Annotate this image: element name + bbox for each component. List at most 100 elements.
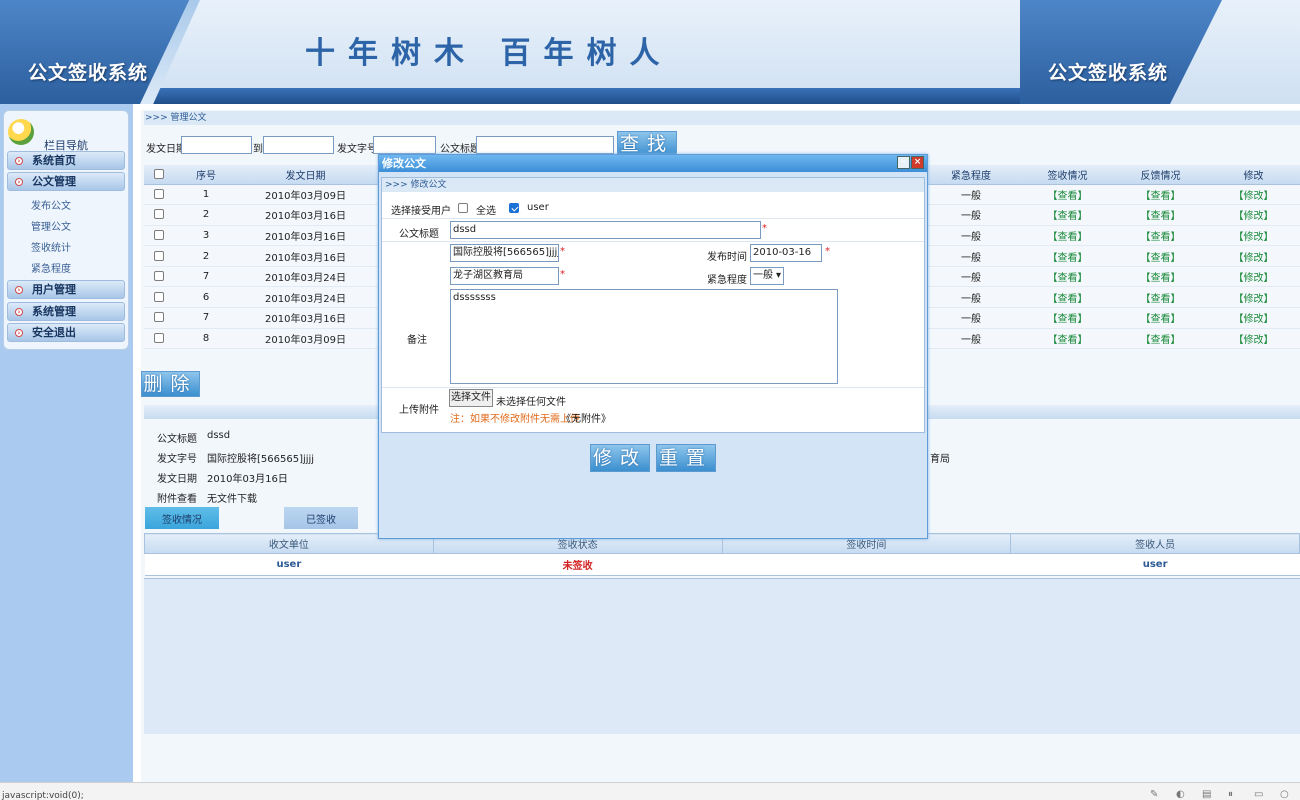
view-sign-link[interactable]: 【查看】 xyxy=(1021,245,1114,267)
user-checkbox[interactable] xyxy=(509,203,519,213)
view-sign-link[interactable]: 【查看】 xyxy=(1021,204,1114,226)
edit-link[interactable]: 【修改】 xyxy=(1207,225,1300,247)
doc-number-input[interactable]: 国际控股将[566565]jjjj xyxy=(450,244,559,262)
modal-title[interactable]: 修改公文 – × xyxy=(379,155,927,172)
tab-signed[interactable]: 已签收 xyxy=(284,507,358,529)
edit-link[interactable]: 【修改】 xyxy=(1207,328,1300,350)
reset-button[interactable]: 重置 xyxy=(656,444,716,472)
view-sign-link[interactable]: 【查看】 xyxy=(1021,225,1114,247)
row-divider xyxy=(382,218,924,219)
sidebar-item-label: 用户管理 xyxy=(32,283,76,296)
sidebar-item-logout[interactable]: › 安全退出 xyxy=(7,323,125,342)
remark-textarea[interactable]: dsssssss xyxy=(450,289,838,384)
row-divider xyxy=(382,241,924,242)
urgency-label: 紧急程度 xyxy=(707,275,747,286)
search-to-label: 到 xyxy=(253,144,263,155)
urgency-select[interactable]: 一般 ▾ xyxy=(750,267,784,285)
edit-link[interactable]: 【修改】 xyxy=(1207,307,1300,329)
receipt-table: 收文单位 签收状态 签收时间 签收人员 user 未签收 user xyxy=(144,533,1300,576)
delete-button[interactable]: 删除 xyxy=(141,371,200,397)
search-date-to-input[interactable] xyxy=(263,136,334,154)
header-banner: 公文签收系统 十年树木 百年树人 公文签收系统 xyxy=(0,0,1300,104)
pause-icon[interactable]: ⏸ xyxy=(1228,789,1233,800)
tab-sign-status[interactable]: 签收情况 xyxy=(145,507,219,529)
trash-icon[interactable]: ▤ xyxy=(1202,789,1211,800)
sidebar-item-label: 安全退出 xyxy=(32,326,76,339)
view-feedback-link[interactable]: 【查看】 xyxy=(1114,328,1207,350)
view-feedback-link[interactable]: 【查看】 xyxy=(1114,184,1207,206)
view-feedback-link[interactable]: 【查看】 xyxy=(1114,266,1207,288)
edit-link[interactable]: 【修改】 xyxy=(1207,286,1300,309)
row-no: 6 xyxy=(174,286,238,309)
minimize-icon[interactable]: – xyxy=(897,156,910,169)
view-sign-link[interactable]: 【查看】 xyxy=(1021,184,1114,206)
window-icon[interactable]: ▭ xyxy=(1254,789,1263,800)
edit-link[interactable]: 【修改】 xyxy=(1207,266,1300,288)
sidebar-item-system[interactable]: › 系统管理 xyxy=(7,302,125,321)
sidebar-subitem-manage[interactable]: 管理公文 xyxy=(31,218,71,233)
row-checkbox[interactable] xyxy=(154,291,164,302)
view-feedback-link[interactable]: 【查看】 xyxy=(1114,245,1207,267)
search-date-from-input[interactable] xyxy=(181,136,252,154)
receipt-time xyxy=(722,553,1011,576)
user-checkbox-label: user xyxy=(527,202,549,213)
status-bar: javascript:void(0); ✎ ◐ ▤ ⏸ ▭ ○ xyxy=(0,782,1300,800)
doc-title-input[interactable]: dssd xyxy=(450,221,761,239)
row-select-cell xyxy=(144,204,174,226)
modify-button[interactable]: 修改 xyxy=(590,444,650,472)
select-all-checkbox[interactable] xyxy=(154,168,164,179)
edit-link[interactable]: 【修改】 xyxy=(1207,184,1300,206)
row-date: 2010年03月16日 xyxy=(238,307,373,329)
row-select-cell xyxy=(144,245,174,267)
arrow-bullet-icon: › xyxy=(15,329,23,337)
sidebar-subitem-stats[interactable]: 签收统计 xyxy=(31,239,71,254)
search-icon[interactable]: ○ xyxy=(1280,789,1289,800)
search-docno-input[interactable] xyxy=(373,136,436,154)
select-all-header xyxy=(144,165,174,185)
sidebar-subitem-publish[interactable]: 发布公文 xyxy=(31,197,71,212)
row-checkbox[interactable] xyxy=(154,229,164,240)
view-sign-link[interactable]: 【查看】 xyxy=(1021,266,1114,288)
choose-file-button[interactable]: 选择文件 xyxy=(449,389,493,407)
dept-input[interactable]: 龙子湖区教育局 xyxy=(450,267,559,285)
pin-icon[interactable]: ✎ xyxy=(1150,789,1158,800)
sidebar-item-users[interactable]: › 用户管理 xyxy=(7,280,125,299)
row-select-cell xyxy=(144,266,174,288)
row-checkbox[interactable] xyxy=(154,332,164,343)
view-feedback-link[interactable]: 【查看】 xyxy=(1114,225,1207,247)
edit-link[interactable]: 【修改】 xyxy=(1207,245,1300,267)
receipt-unit: user xyxy=(144,553,434,576)
publish-time-label: 发布时间 xyxy=(707,252,747,263)
required-mark: * xyxy=(762,223,767,234)
row-checkbox[interactable] xyxy=(154,271,164,282)
row-date: 2010年03月16日 xyxy=(238,204,373,226)
view-feedback-link[interactable]: 【查看】 xyxy=(1114,204,1207,226)
row-checkbox[interactable] xyxy=(154,188,164,199)
row-urgency: 一般 xyxy=(921,328,1021,350)
sidebar-item-doc-management[interactable]: › 公文管理 xyxy=(7,172,125,191)
row-checkbox[interactable] xyxy=(154,250,164,261)
detail-attach-label: 附件查看 xyxy=(157,494,197,505)
sidebar-subitem-urgency[interactable]: 紧急程度 xyxy=(31,260,71,275)
view-sign-link[interactable]: 【查看】 xyxy=(1021,328,1114,350)
view-sign-link[interactable]: 【查看】 xyxy=(1021,286,1114,309)
publish-time-input[interactable]: 2010-03-16 xyxy=(750,244,822,262)
search-doctitle-input[interactable] xyxy=(476,136,614,154)
view-feedback-link[interactable]: 【查看】 xyxy=(1114,307,1207,329)
edit-link[interactable]: 【修改】 xyxy=(1207,204,1300,226)
search-date-label: 发文日期 xyxy=(146,144,186,155)
modal-form: >>> 修改公文 选择接受用户 全选 user 公文标题 dssd * 国际控股… xyxy=(381,177,925,433)
modal-subheader: >>> 修改公文 xyxy=(382,178,924,192)
select-all-users-checkbox[interactable] xyxy=(458,203,468,213)
row-checkbox[interactable] xyxy=(154,209,164,220)
view-sign-link[interactable]: 【查看】 xyxy=(1021,307,1114,329)
receipt-status: 未签收 xyxy=(433,553,722,576)
sound-icon[interactable]: ◐ xyxy=(1176,789,1185,800)
row-checkbox[interactable] xyxy=(154,312,164,323)
close-icon[interactable]: × xyxy=(911,156,924,169)
view-feedback-link[interactable]: 【查看】 xyxy=(1114,286,1207,309)
arrow-bullet-icon: › xyxy=(15,178,23,186)
sidebar-item-home[interactable]: › 系统首页 xyxy=(7,151,125,170)
col-header-date: 发文日期 xyxy=(238,165,373,185)
row-divider xyxy=(382,387,924,388)
